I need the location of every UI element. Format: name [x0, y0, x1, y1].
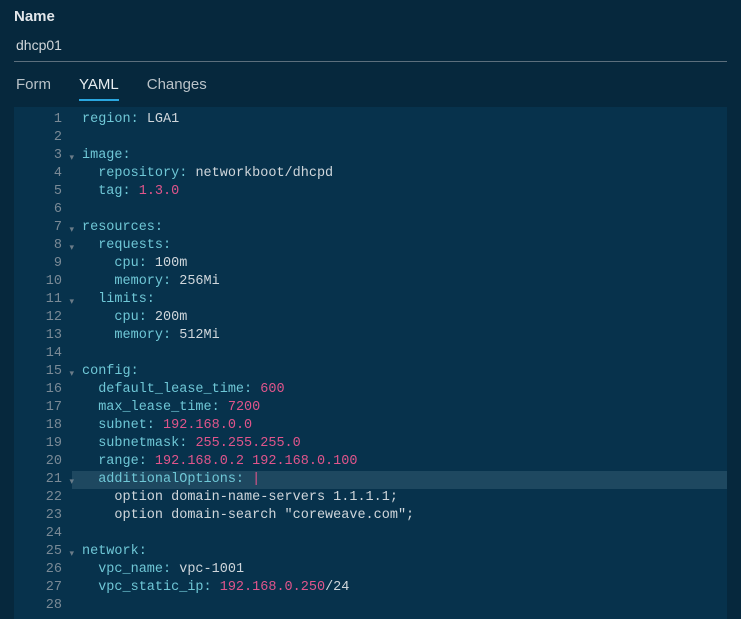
tab-form[interactable]: Form	[16, 76, 51, 101]
name-input[interactable]	[14, 31, 727, 62]
editor-code[interactable]: region: LGA1 image: repository: networkb…	[72, 107, 727, 619]
editor-gutter: 1 2 3 4 5 6 7 8 9 10 11 12 13 14 15 16 1…	[14, 107, 72, 619]
tab-changes[interactable]: Changes	[147, 76, 207, 101]
tabs: Form YAML Changes	[14, 76, 727, 101]
name-label: Name	[14, 8, 727, 25]
yaml-editor[interactable]: 1 2 3 4 5 6 7 8 9 10 11 12 13 14 15 16 1…	[14, 107, 727, 619]
tab-yaml[interactable]: YAML	[79, 76, 119, 101]
